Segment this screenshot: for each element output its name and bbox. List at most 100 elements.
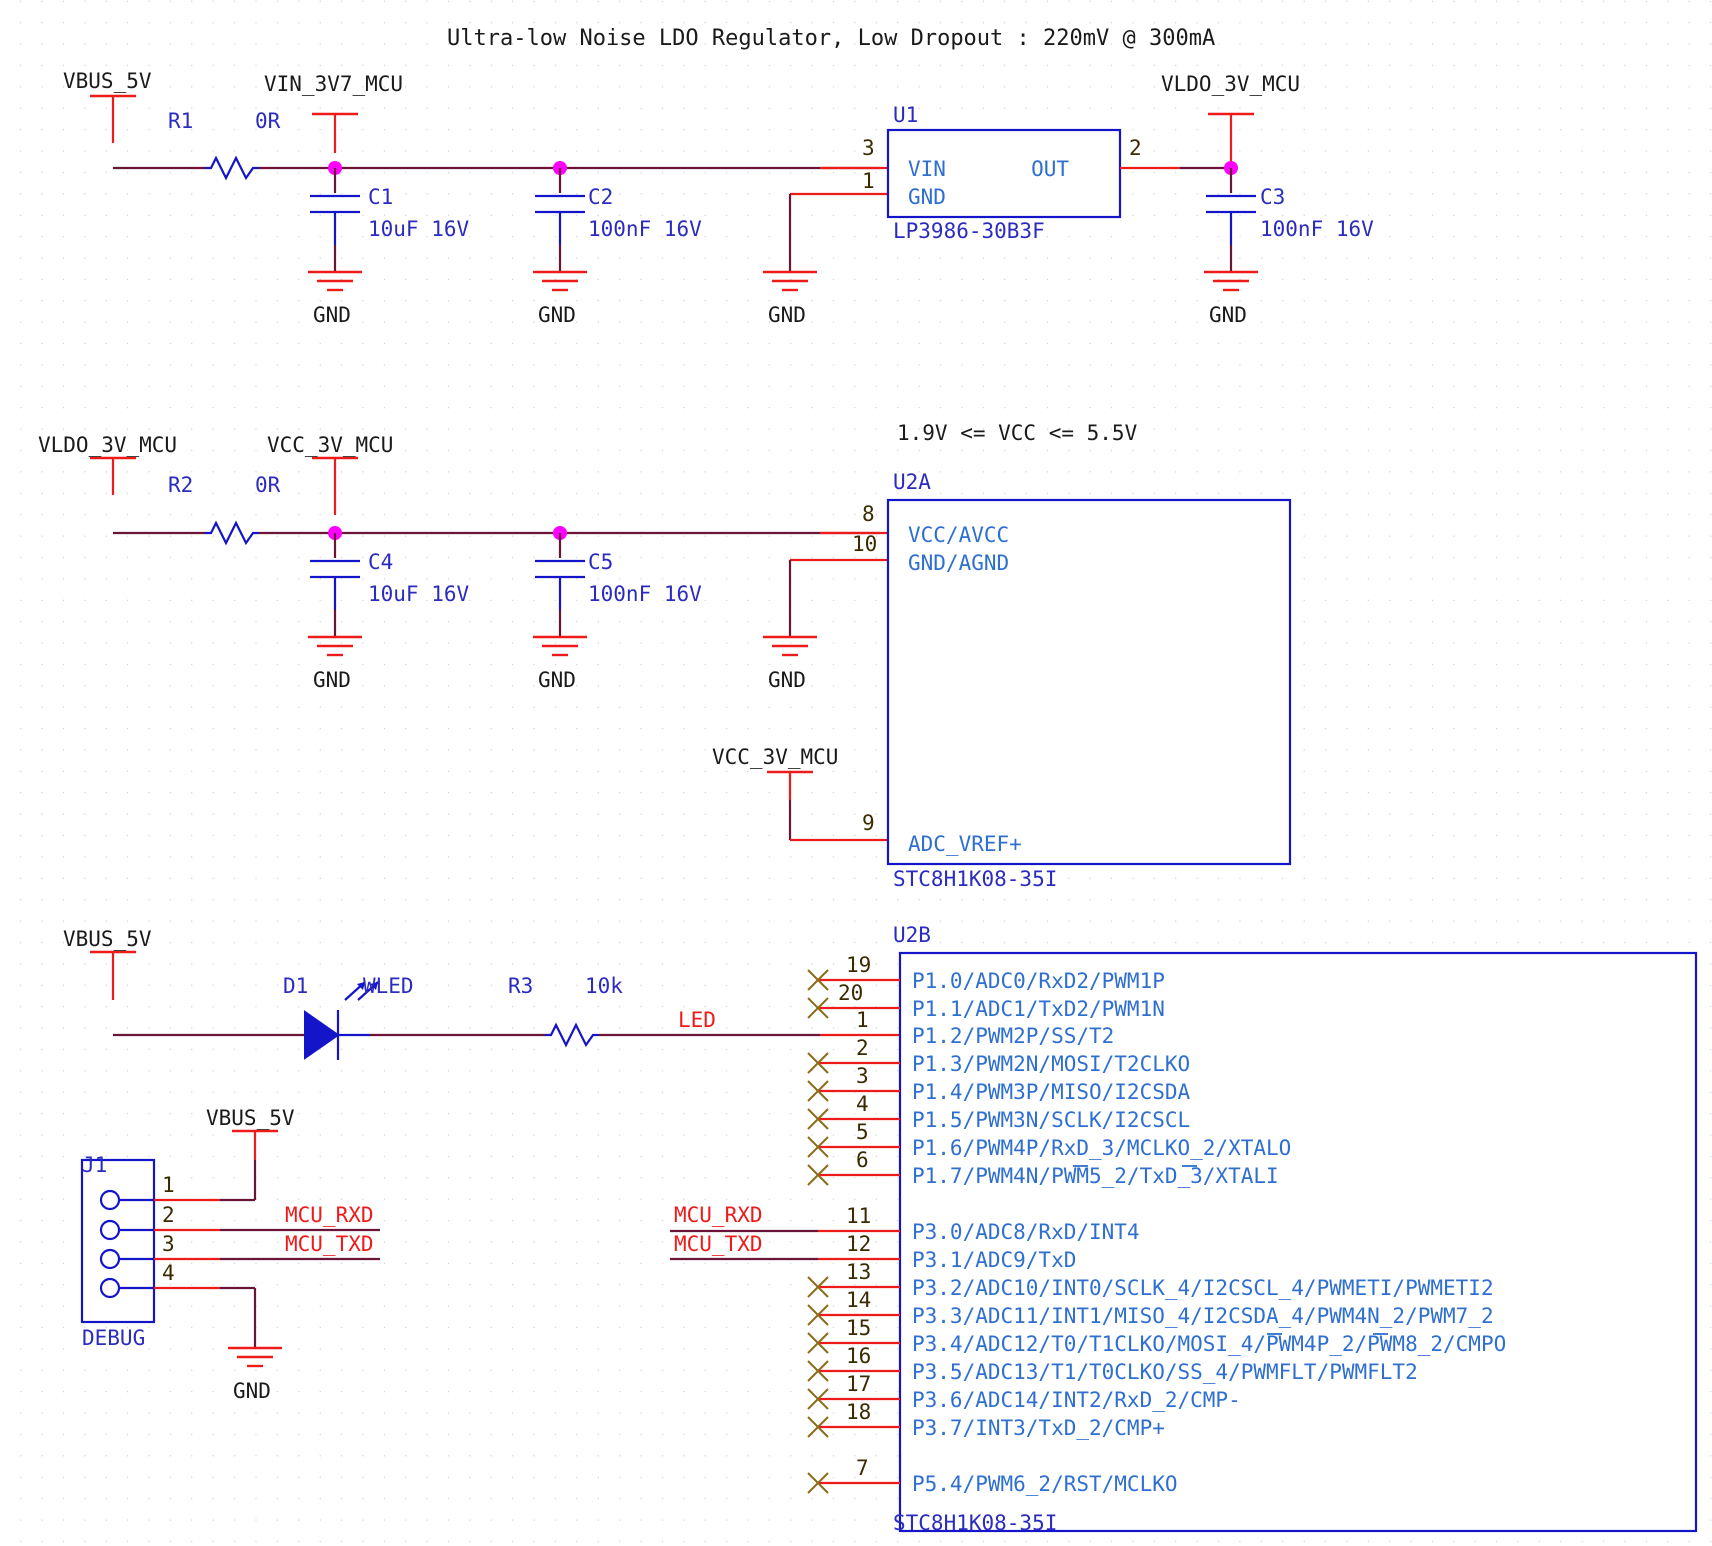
u2b-pin-num-2: 2 <box>856 1036 869 1060</box>
u2b-pin-num-11: 11 <box>846 1204 871 1228</box>
title-note: Ultra-low Noise LDO Regulator, Low Dropo… <box>447 26 1215 51</box>
j1-ref: J1 <box>82 1153 107 1177</box>
c2-ref: C2 <box>588 185 613 209</box>
component-c1 <box>310 168 360 272</box>
u1-pin-name-gnd: GND <box>908 185 946 209</box>
u2b-pin-num-13: 13 <box>846 1260 871 1284</box>
u2b-pin-row-p1-7 <box>807 1164 900 1186</box>
gnd-symbol-5 <box>308 635 362 657</box>
gnd-label-7: GND <box>768 668 806 692</box>
u2b-pin-num-20: 20 <box>838 981 863 1005</box>
net-label-vbus-5v-2: VBUS_5V <box>63 927 152 951</box>
u1-ref: U1 <box>893 103 918 127</box>
c1-value: 10uF 16V <box>368 217 470 241</box>
u2b-pin-name-p1-7: P1.7/PWM4N/PWM5_2/TxD_3/XTALI <box>912 1164 1279 1188</box>
c4-value: 10uF 16V <box>368 582 470 606</box>
component-c3 <box>1206 168 1256 272</box>
j1-pin-num-1: 1 <box>162 1173 175 1197</box>
u2b-pin-num-19: 19 <box>846 953 871 977</box>
net-label-mcu-txd-j1: MCU_TXD <box>285 1232 374 1256</box>
gnd-symbol-1 <box>308 270 362 292</box>
gnd-label-5: GND <box>313 668 351 692</box>
u2a-pin-num-9: 9 <box>862 811 875 835</box>
c2-value: 100nF 16V <box>588 217 702 241</box>
net-label-vldo-3v-mcu-2: VLDO_3V_MCU <box>38 433 177 457</box>
c4-ref: C4 <box>368 550 393 574</box>
net-label-vbus-5v-3: VBUS_5V <box>206 1106 295 1130</box>
u2b-pin-name-p3-3: P3.3/ADC11/INT1/MISO_4/I2CSDA_4/PWM4N_2/… <box>912 1304 1494 1328</box>
net-label-vbus-5v-1: VBUS_5V <box>63 69 152 93</box>
gnd-label-8: GND <box>233 1379 271 1403</box>
gnd-symbol-7 <box>763 635 817 657</box>
u2b-pin-row-p1-5 <box>807 1108 900 1130</box>
j1-pin-num-3: 3 <box>162 1232 175 1256</box>
net-label-vin-3v7-mcu: VIN_3V7_MCU <box>264 72 403 96</box>
u1-pin-name-vin: VIN <box>908 157 946 181</box>
r3-value: 10k <box>585 974 623 998</box>
net-port-vbus-5v-1 <box>90 94 136 143</box>
u2a-pin-name-vref: ADC_VREF+ <box>908 832 1022 856</box>
gnd-symbol-2 <box>533 270 587 292</box>
net-port-vldo-3v-mcu-2 <box>90 456 136 495</box>
gnd-label-6: GND <box>538 668 576 692</box>
u2b-pin-num-18: 18 <box>846 1400 871 1424</box>
u2b-pin-name-p3-2: P3.2/ADC10/INT0/SCLK_4/I2CSCL_4/PWMETI/P… <box>912 1276 1494 1300</box>
net-port-vbus-5v-3 <box>232 1129 278 1200</box>
u2b-pin-name-p3-7: P3.7/INT3/TxD_2/CMP+ <box>912 1416 1165 1440</box>
net-port-vldo-3v-mcu-1 <box>1208 112 1254 168</box>
u2b-pin-num-6: 6 <box>856 1148 869 1172</box>
schematic-canvas: Ultra-low Noise LDO Regulator, Low Dropo… <box>38 26 1698 1535</box>
d1-value: WLED <box>363 974 414 998</box>
component-r2 <box>205 520 259 546</box>
gnd-symbol-4 <box>1204 270 1258 292</box>
u2b-pin-row-p1-6 <box>807 1136 900 1158</box>
wire-j1-4-gnd <box>220 1286 257 1348</box>
c3-value: 100nF 16V <box>1260 217 1374 241</box>
u2b-pin-num-5: 5 <box>856 1120 869 1144</box>
u2b-pin-name-p1-2: P1.2/PWM2P/SS/T2 <box>912 1024 1114 1048</box>
component-c4 <box>310 533 360 637</box>
u2b-pin-num-4: 4 <box>856 1092 869 1116</box>
gnd-symbol-6 <box>533 635 587 657</box>
u2b-pin-num-1: 1 <box>856 1008 869 1032</box>
u2b-pin-num-12: 12 <box>846 1232 871 1256</box>
net-port-vcc-3v-mcu <box>312 456 358 515</box>
net-port-vbus-5v-2 <box>90 950 136 1000</box>
net-port-vin-3v7-mcu <box>312 112 358 153</box>
u2b-pin-name-p1-0: P1.0/ADC0/RxD2/PWM1P <box>912 969 1165 993</box>
c5-value: 100nF 16V <box>588 582 702 606</box>
c5-ref: C5 <box>588 550 613 574</box>
u2b-part: STC8H1K08-35I <box>893 1511 1057 1535</box>
gnd-label-1: GND <box>313 303 351 327</box>
u2b-pin-name-p5-4: P5.4/PWM6_2/RST/MCLKO <box>912 1472 1178 1496</box>
component-c5 <box>535 533 585 637</box>
u2b-pin-num-17: 17 <box>846 1372 871 1396</box>
u2a-ref: U2A <box>893 470 931 494</box>
u2b-pin-num-14: 14 <box>846 1288 871 1312</box>
gnd-label-2: GND <box>538 303 576 327</box>
j1-pin-num-2: 2 <box>162 1203 175 1227</box>
u2b-pin-num-3: 3 <box>856 1064 869 1088</box>
gnd-symbol-8 <box>228 1346 282 1368</box>
u2b-pin-name-p3-4: P3.4/ADC12/T0/T1CLKO/MOSI_4/PWM4P_2/PWM8… <box>912 1332 1506 1356</box>
j1-pin-num-4: 4 <box>162 1261 175 1285</box>
schematic-sheet: Ultra-low Noise LDO Regulator, Low Dropo… <box>0 0 1712 1546</box>
u2b-pin-name-p3-0: P3.0/ADC8/RxD/INT4 <box>912 1220 1140 1244</box>
u2b-pin-num-15: 15 <box>846 1316 871 1340</box>
wire-u1-gnd <box>788 192 888 272</box>
u2b-pin-num-16: 16 <box>846 1344 871 1368</box>
vcc-range-note: 1.9V <= VCC <= 5.5V <box>897 421 1138 445</box>
u2a-part: STC8H1K08-35I <box>893 867 1057 891</box>
u1-pin-num-2: 2 <box>1129 136 1142 160</box>
net-label-vcc-3v-mcu: VCC_3V_MCU <box>267 433 393 457</box>
u2b-pin-name-p3-6: P3.6/ADC14/INT2/RxD_2/CMP- <box>912 1388 1241 1412</box>
c3-ref: C3 <box>1260 185 1285 209</box>
wire-u2a-gnd <box>788 558 888 637</box>
u2b-ref: U2B <box>893 923 931 947</box>
u1-part: LP3986-30B3F <box>893 219 1045 243</box>
r1-value: 0R <box>255 109 281 133</box>
net-label-vcc-3v-mcu-vref: VCC_3V_MCU <box>712 745 838 769</box>
net-label-mcu-txd-u2b: MCU_TXD <box>674 1232 763 1256</box>
gnd-label-3: GND <box>768 303 806 327</box>
u2b-pin-name-p1-5: P1.5/PWM3N/SCLK/I2CSCL <box>912 1108 1190 1132</box>
